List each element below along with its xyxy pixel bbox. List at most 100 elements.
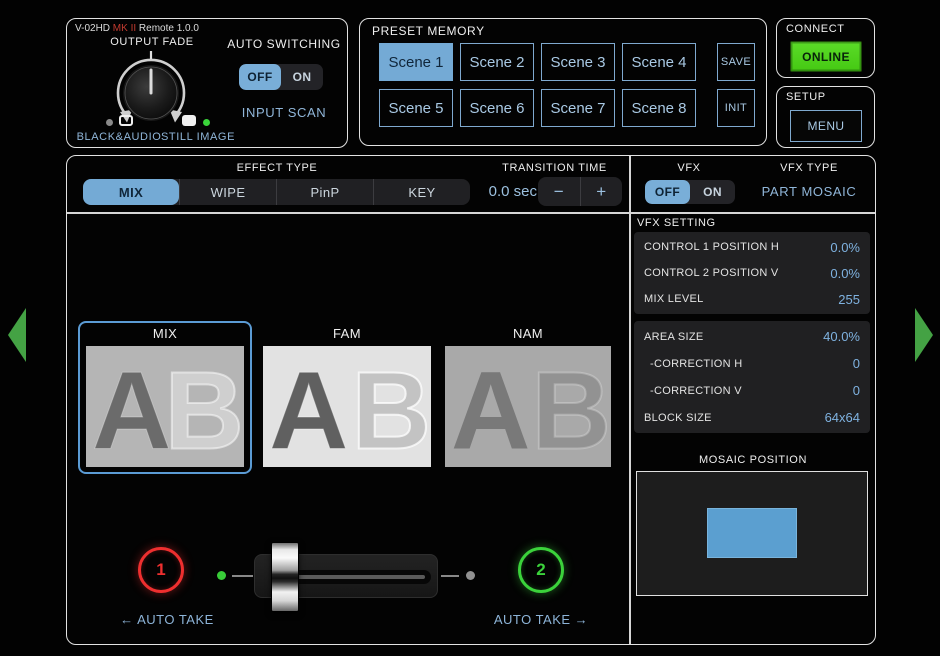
- param-label: -CORRECTION H: [644, 358, 743, 370]
- effect-type-title: EFFECT TYPE: [127, 162, 427, 174]
- effect-key-tab[interactable]: KEY: [373, 179, 470, 205]
- black-audio-indicator-square: [119, 115, 133, 126]
- still-image-indicator-dot: [203, 119, 210, 126]
- still-image-label: STILL IMAGE: [160, 131, 236, 143]
- param-value: 255: [838, 292, 860, 307]
- monitor-mix-label: MIX: [78, 326, 252, 341]
- effect-pinp-tab[interactable]: PinP: [276, 179, 373, 205]
- vfx-type-value[interactable]: PART MOSAIC: [741, 184, 877, 199]
- main-panel: EFFECT TYPE MIX WIPE PinP KEY TRANSITION…: [66, 155, 876, 645]
- param-row-mix-level[interactable]: MIX LEVEL 255: [634, 286, 870, 312]
- vfx-title: VFX: [629, 162, 749, 174]
- channel-2-button[interactable]: 2: [518, 547, 564, 593]
- still-image-indicator-square: [182, 115, 196, 126]
- vfx-type-title: VFX TYPE: [741, 162, 877, 174]
- monitor-mix-preview[interactable]: B A: [86, 346, 244, 467]
- scene-7-button[interactable]: Scene 7: [541, 89, 615, 127]
- fader-groove-line: [278, 575, 425, 579]
- param-row-correction-h[interactable]: -CORRECTION H 0: [634, 350, 870, 377]
- auto-take-right-button[interactable]: AUTO TAKE →: [461, 612, 621, 627]
- effect-wipe-tab[interactable]: WIPE: [179, 179, 276, 205]
- auto-switching-off-button[interactable]: OFF: [239, 64, 281, 90]
- vfx-params-area-group: AREA SIZE 40.0% -CORRECTION H 0 -CORRECT…: [634, 321, 870, 433]
- param-row-area-size[interactable]: AREA SIZE 40.0%: [634, 323, 870, 350]
- black-audio-label: BLACK&AUDIO: [67, 131, 171, 143]
- app-title-mk: MK II: [113, 23, 136, 34]
- transition-time-stepper: − +: [538, 177, 622, 206]
- online-status-button[interactable]: ONLINE: [790, 41, 862, 72]
- mosaic-position-title: MOSAIC POSITION: [629, 454, 877, 466]
- monitor-fam-letter-b: B: [352, 356, 431, 466]
- param-value: 0: [853, 356, 860, 371]
- fader-end-dot-left: [217, 571, 226, 580]
- app-title-version: Remote 1.0.0: [139, 23, 199, 34]
- channel-1-button[interactable]: 1: [138, 547, 184, 593]
- param-row-block-size[interactable]: BLOCK SIZE 64x64: [634, 404, 870, 431]
- fader-end-dot-right: [466, 571, 475, 580]
- app-title: V-02HD MK II Remote 1.0.0: [75, 23, 199, 34]
- next-page-arrow[interactable]: [915, 308, 933, 362]
- param-label: -CORRECTION V: [644, 385, 742, 397]
- vfx-on-button[interactable]: ON: [690, 180, 735, 204]
- app-root: V-02HD MK II Remote 1.0.0 OUTPUT FADE BL…: [0, 0, 940, 656]
- menu-button[interactable]: MENU: [790, 110, 862, 142]
- save-button[interactable]: SAVE: [717, 43, 755, 81]
- vfx-toggle: OFF ON: [645, 180, 735, 204]
- auto-switching-on-button[interactable]: ON: [281, 64, 323, 90]
- monitor-fam-label: FAM: [263, 326, 431, 341]
- preset-memory-panel: PRESET MEMORY Scene 1 Scene 2 Scene 3 Sc…: [359, 18, 767, 146]
- param-label: MIX LEVEL: [644, 293, 704, 305]
- connect-title: CONNECT: [786, 23, 845, 35]
- param-row-control2[interactable]: CONTROL 2 POSITION V 0.0%: [634, 260, 870, 286]
- monitor-nam-letter-b: B: [532, 356, 611, 466]
- scene-3-button[interactable]: Scene 3: [541, 43, 615, 81]
- scene-4-button[interactable]: Scene 4: [622, 43, 696, 81]
- param-label: CONTROL 1 POSITION H: [644, 241, 779, 253]
- device-panel: V-02HD MK II Remote 1.0.0 OUTPUT FADE BL…: [66, 18, 348, 148]
- scene-5-button[interactable]: Scene 5: [379, 89, 453, 127]
- setup-title: SETUP: [786, 91, 826, 103]
- param-label: CONTROL 2 POSITION V: [644, 267, 779, 279]
- fader-handle[interactable]: [271, 542, 299, 612]
- connect-panel: CONNECT ONLINE: [776, 18, 875, 78]
- monitor-fam-preview[interactable]: B A: [263, 346, 431, 467]
- input-scan-button[interactable]: INPUT SCAN: [225, 105, 343, 120]
- param-label: AREA SIZE: [644, 331, 704, 343]
- scene-8-button[interactable]: Scene 8: [622, 89, 696, 127]
- param-row-correction-v[interactable]: -CORRECTION V 0: [634, 377, 870, 404]
- param-value: 0.0%: [830, 266, 860, 281]
- effect-mix-tab[interactable]: MIX: [83, 179, 179, 205]
- monitor-mix-letter-b: B: [165, 356, 244, 466]
- param-value: 0.0%: [830, 240, 860, 255]
- black-audio-indicator-dot: [106, 119, 113, 126]
- scene-1-button[interactable]: Scene 1: [379, 43, 453, 81]
- setup-panel: SETUP MENU: [776, 86, 875, 148]
- monitor-nam-preview[interactable]: B A: [445, 346, 611, 467]
- param-value: 40.0%: [823, 329, 860, 344]
- monitor-nam-label: NAM: [445, 326, 611, 341]
- vfx-off-button[interactable]: OFF: [645, 180, 690, 204]
- fader-tick-left: [232, 575, 253, 577]
- preset-memory-title: PRESET MEMORY: [372, 24, 485, 38]
- app-title-model: V-02HD: [75, 23, 110, 34]
- monitor-nam-letter-a: A: [451, 356, 530, 466]
- prev-page-arrow[interactable]: [8, 308, 26, 362]
- transition-minus-button[interactable]: −: [538, 177, 580, 206]
- vfx-params-main-group: CONTROL 1 POSITION H 0.0% CONTROL 2 POSI…: [634, 232, 870, 314]
- mosaic-position-area[interactable]: [636, 471, 868, 596]
- auto-take-left-button[interactable]: ← AUTO TAKE: [87, 612, 247, 627]
- scene-2-button[interactable]: Scene 2: [460, 43, 534, 81]
- transition-plus-button[interactable]: +: [580, 177, 623, 206]
- transition-time-title: TRANSITION TIME: [482, 162, 627, 174]
- init-button[interactable]: INIT: [717, 89, 755, 127]
- auto-switching-label: AUTO SWITCHING: [225, 37, 343, 51]
- vfx-setting-title: VFX SETTING: [637, 217, 716, 229]
- param-row-control1[interactable]: CONTROL 1 POSITION H 0.0%: [634, 234, 870, 260]
- mosaic-position-rect[interactable]: [707, 508, 797, 558]
- param-value: 64x64: [825, 410, 860, 425]
- param-label: BLOCK SIZE: [644, 412, 712, 424]
- transition-time-value: 0.0 sec: [457, 183, 537, 200]
- monitor-mix-letter-a: A: [92, 356, 171, 466]
- monitor-fam-letter-a: A: [269, 356, 348, 466]
- scene-6-button[interactable]: Scene 6: [460, 89, 534, 127]
